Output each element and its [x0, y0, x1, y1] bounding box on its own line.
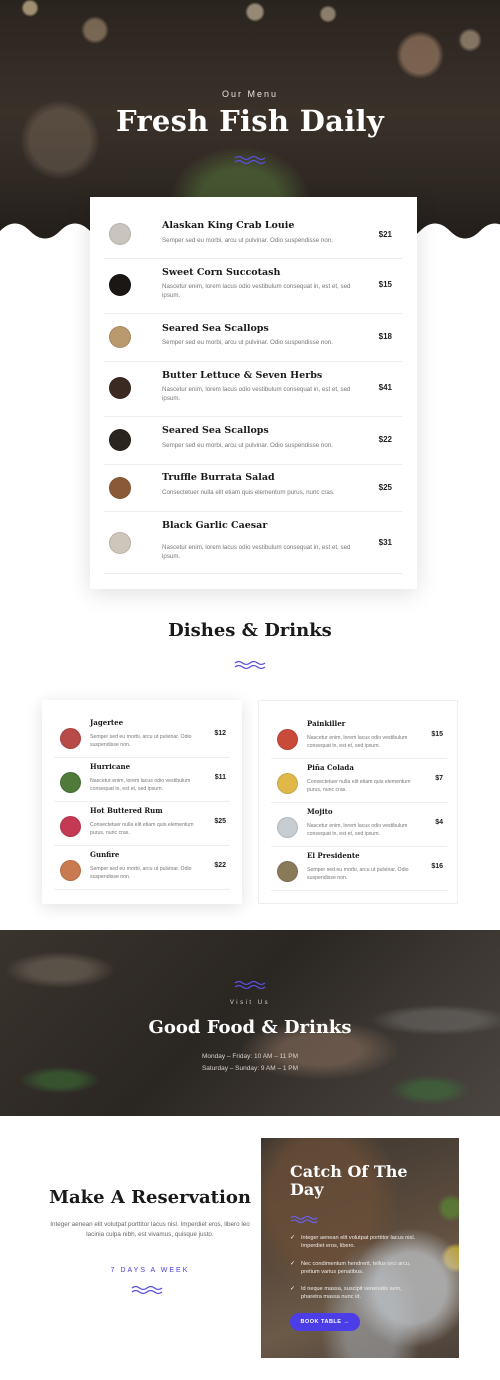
drink-item[interactable]: Piña Colada Consectetuer nulla elit etia… [271, 759, 447, 803]
reservation-title: Make A Reservation [49, 1187, 251, 1208]
book-table-button[interactable]: BOOK TABLE → [290, 1313, 360, 1331]
menu-card: Alaskan King Crab Louie Semper sed eu mo… [90, 197, 417, 589]
visit-eyebrow: Visit Us [229, 1000, 271, 1006]
dish-name: Butter Lettuce & Seven Herbs [162, 370, 323, 381]
drink-thumbnail [60, 816, 81, 837]
hero-title: Fresh Fish Daily [115, 104, 385, 138]
drink-thumbnail [277, 729, 298, 750]
drink-thumbnail [60, 772, 81, 793]
drink-thumbnail [60, 860, 81, 881]
drink-item[interactable]: Hurricane Nascetur enim, lorem lacus odi… [54, 758, 230, 802]
drink-name: Piña Colada [307, 763, 354, 772]
drink-item[interactable]: Jagertee Semper sed eu morbi, arcu ut pu… [54, 714, 230, 758]
drink-name: Painkiller [307, 719, 346, 728]
menu-item[interactable]: Alaskan King Crab Louie Semper sed eu mo… [104, 209, 402, 259]
drink-description: Consectetuer nulla elit etiam quis eleme… [90, 822, 194, 836]
dish-description: Nascetur enim, lorem lacus odio vestibul… [162, 283, 351, 300]
dish-price: $15 [378, 280, 392, 289]
drinks-card-left: Jagertee Semper sed eu morbi, arcu ut pu… [42, 700, 242, 904]
drink-price: $7 [435, 775, 443, 782]
squiggle-divider-icon [131, 1285, 163, 1295]
dish-description: Semper sed eu morbi, arcu ut pulvinar. O… [162, 237, 333, 244]
catch-title: Catch Of The Day [290, 1162, 408, 1200]
drink-price: $16 [431, 863, 443, 870]
squiggle-divider-icon [290, 1215, 318, 1224]
seven-days-link[interactable]: 7 DAYS A WEEK [30, 1267, 270, 1274]
squiggle-divider-icon [234, 980, 266, 990]
drink-item[interactable]: Gunfire Semper sed eu morbi, arcu ut pul… [54, 846, 230, 890]
drink-thumbnail [60, 728, 81, 749]
visit-title: Good Food & Drinks [148, 1017, 352, 1038]
dish-price: $22 [378, 435, 392, 444]
menu-item[interactable]: Truffle Burrata Salad Consectetuer nulla… [104, 465, 402, 512]
dish-thumbnail [109, 477, 131, 499]
drink-description: Semper sed eu morbi, arcu ut pulvinar. O… [90, 734, 192, 748]
dish-price: $31 [378, 538, 392, 547]
drink-description: Nascetur enim, lorem lacus odio vestibul… [90, 778, 191, 792]
drink-item[interactable]: El Presidente Semper sed eu morbi, arcu … [271, 847, 447, 891]
dish-price: $18 [378, 332, 392, 341]
menu-item[interactable]: Seared Sea Scallops Semper sed eu morbi,… [104, 314, 402, 362]
drink-item[interactable]: Mojito Nascetur enim, lorem lacus odio v… [271, 803, 447, 847]
drink-name: Hurricane [90, 762, 131, 771]
drink-description: Semper sed eu morbi, arcu ut pulvinar. O… [307, 867, 409, 881]
dish-description: Consectetuer nulla elit etiam quis eleme… [162, 489, 335, 496]
catch-of-the-day-panel: Catch Of The Day ✓ Integer aenean elit v… [261, 1138, 459, 1358]
drink-description: Consectetuer nulla elit etiam quis eleme… [307, 779, 411, 793]
dish-name: Seared Sea Scallops [162, 425, 269, 436]
check-icon: ✓ [290, 1235, 296, 1241]
squiggle-divider-icon [234, 660, 266, 670]
menu-item[interactable]: Butter Lettuce & Seven Herbs Nascetur en… [104, 362, 402, 417]
dish-thumbnail [109, 377, 131, 399]
drink-description: Semper sed eu morbi, arcu ut pulvinar. O… [90, 866, 192, 880]
menu-item[interactable]: Seared Sea Scallops Semper sed eu morbi,… [104, 417, 402, 465]
dish-thumbnail [109, 223, 131, 245]
dish-price: $21 [378, 230, 392, 239]
check-icon: ✓ [290, 1261, 296, 1267]
hours-weekend: Saturday – Sunday: 9 AM – 1 PM [201, 1065, 299, 1072]
drink-item[interactable]: Painkiller Nascetur enim, lorem lacus od… [271, 715, 447, 759]
dish-name: Alaskan King Crab Louie [162, 220, 295, 231]
hours-weekday: Monday – Friday: 10 AM – 11 PM [202, 1053, 298, 1060]
drink-thumbnail [277, 773, 298, 794]
drink-price: $25 [214, 818, 226, 825]
dish-description: Nascetur enim, lorem lacus odio vestibul… [162, 544, 351, 561]
dish-name: Seared Sea Scallops [162, 323, 269, 334]
drink-name: Hot Buttered Rum [90, 806, 163, 815]
dish-name: Black Garlic Caesar [162, 520, 268, 531]
drinks-card-right: Painkiller Nascetur enim, lorem lacus od… [258, 700, 458, 904]
dish-thumbnail [109, 326, 131, 348]
dish-thumbnail [109, 532, 131, 554]
drink-name: Mojito [307, 807, 333, 816]
squiggle-divider-icon [234, 155, 266, 165]
check-icon: ✓ [290, 1286, 296, 1292]
reservation-text: Integer aenean elit volutpat porttitor l… [50, 1221, 250, 1238]
drink-description: Nascetur enim, lorem lacus odio vestibul… [307, 735, 408, 749]
hero-eyebrow: Our Menu [221, 89, 279, 99]
dish-name: Sweet Corn Succotash [162, 267, 281, 278]
dish-thumbnail [109, 274, 131, 296]
drink-thumbnail [277, 861, 298, 882]
dish-name: Truffle Burrata Salad [162, 472, 275, 483]
dish-description: Nascetur enim, lorem lacus odio vestibul… [162, 386, 351, 403]
section-title: Dishes & Drinks [168, 620, 332, 641]
drink-name: Gunfire [90, 850, 120, 859]
drink-price: $12 [214, 730, 226, 737]
drink-description: Nascetur enim, lorem lacus odio vestibul… [307, 823, 408, 837]
dish-description: Semper sed eu morbi, arcu ut pulvinar. O… [162, 339, 333, 346]
dish-price: $25 [378, 483, 392, 492]
drink-price: $11 [214, 774, 226, 781]
menu-item[interactable]: Black Garlic Caesar Nascetur enim, lorem… [104, 512, 402, 574]
dish-description: Semper sed eu morbi, arcu ut pulvinar. O… [162, 442, 333, 449]
drink-name: Jagertee [90, 718, 124, 727]
drink-price: $15 [431, 731, 443, 738]
drink-name: El Presidente [307, 851, 360, 860]
dish-thumbnail [109, 429, 131, 451]
drink-price: $4 [435, 819, 443, 826]
menu-item[interactable]: Sweet Corn Succotash Nascetur enim, lore… [104, 259, 402, 314]
drink-item[interactable]: Hot Buttered Rum Consectetuer nulla elit… [54, 802, 230, 846]
dish-price: $41 [378, 383, 392, 392]
drink-price: $22 [214, 862, 226, 869]
drink-thumbnail [277, 817, 298, 838]
